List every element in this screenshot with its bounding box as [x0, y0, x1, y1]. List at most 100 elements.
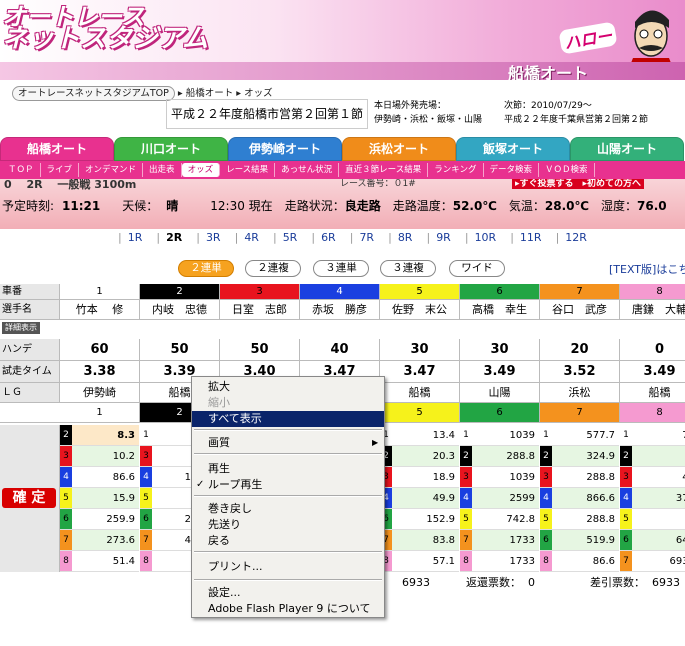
breadcrumb-home-link[interactable]: オートレースネットスタジアムTOP — [12, 86, 175, 101]
menu-item[interactable]: 設定... — [192, 585, 384, 601]
text-version-link[interactable]: [TEXT版]はこち — [609, 261, 685, 277]
lg-row-label: ＬＧ — [0, 383, 60, 402]
lg-row-cell: 浜松 — [540, 383, 620, 402]
detail-button[interactable]: 詳細表示 — [2, 322, 40, 334]
rider-name-row-label: 選手名 — [0, 300, 60, 319]
rider-name-row-cell[interactable]: 佐野 末公 — [380, 300, 460, 319]
race-divider: | — [555, 231, 560, 244]
tab-venue-1[interactable]: 船橋オート — [0, 137, 114, 161]
race-link[interactable]: 5R — [283, 231, 298, 244]
subnav-link[interactable]: ライブ — [41, 163, 80, 177]
odds-value[interactable]: 6933 — [632, 551, 685, 572]
weather-value: 晴 — [166, 199, 179, 213]
race-link[interactable]: 8R — [398, 231, 413, 244]
vote-link[interactable]: ▸すぐ投票する ▸初めての方へ — [512, 179, 645, 189]
odds-value[interactable]: 43 — [632, 467, 685, 488]
menu-item[interactable]: Adobe Flash Player 9 について — [192, 601, 384, 617]
subnav-link[interactable]: ＶＯＤ検索 — [539, 163, 595, 177]
bet-type-button[interactable]: ２連単 — [178, 260, 234, 277]
race-link[interactable]: 7R — [359, 231, 374, 244]
menu-item[interactable]: 戻る — [192, 533, 384, 549]
race-divider: | — [196, 231, 200, 244]
odds-partner-car: 5 — [620, 509, 632, 530]
tab-venue-6[interactable]: 山陽オート — [570, 137, 684, 161]
humidity-label: 湿度： — [601, 199, 638, 213]
rider-name-row-cell[interactable]: 日室 志郎 — [220, 300, 300, 319]
odds-value[interactable]: 7 — [632, 509, 685, 530]
refund-value: 0 — [528, 576, 535, 589]
bet-type-button[interactable]: ２連複 — [245, 260, 301, 277]
subnav-link[interactable]: 直近３節レース結果 — [339, 163, 429, 177]
odds-value[interactable]: 8 — [632, 446, 685, 467]
menu-item[interactable]: 画質 — [192, 435, 384, 451]
race-link[interactable]: 12R — [565, 231, 587, 244]
lg-row-cell: 伊勢崎 — [60, 383, 140, 402]
subnav-link[interactable]: オッズ — [181, 163, 221, 177]
trial-time-row-cell: 3.49 — [460, 361, 540, 382]
car-number-row: 車番 1 2 3 4 5 6 7 8 — [0, 284, 685, 300]
menu-separator — [194, 429, 382, 431]
handicap-row-cell: 50 — [140, 339, 220, 360]
menu-item[interactable]: 再生 — [192, 461, 384, 477]
race-link[interactable]: 9R — [436, 231, 451, 244]
subnav-link[interactable]: 出走表 — [143, 163, 182, 177]
handicap-row-cell: 50 — [220, 339, 300, 360]
venue-title: 船橋オート — [508, 64, 589, 80]
subnav-link[interactable]: レース結果 — [220, 163, 276, 177]
menu-item[interactable]: 拡大 — [192, 379, 384, 395]
breadcrumb-current: オッズ — [244, 88, 273, 99]
tab-venue-3[interactable]: 伊勢崎オート — [228, 137, 342, 161]
venue-tabs: 船橋オート 川口オート 伊勢崎オート 浜松オート 飯塚オート 山陽オート — [0, 137, 685, 161]
rider-name-row-cell[interactable]: 竹本 修 — [60, 300, 140, 319]
bet-type-button[interactable]: ワイド — [449, 260, 505, 277]
race-link[interactable]: 6R — [321, 231, 336, 244]
menu-item[interactable]: ループ再生 — [192, 477, 384, 493]
race-status: 0 2R 一般戦 3100m レース番号：０1# ▸すぐ投票する ▸初めての方へ… — [0, 179, 685, 229]
menu-item[interactable]: プリント... — [192, 559, 384, 575]
logo-line2: ネットスタジアム — [2, 24, 209, 54]
rider-name-row-cell[interactable]: 内岐 忠德 — [140, 300, 220, 319]
tab-venue-4[interactable]: 浜松オート — [342, 137, 456, 161]
handicap-row-cell: 40 — [300, 339, 380, 360]
tab-venue-5[interactable]: 飯塚オート — [456, 137, 570, 161]
car-number-row-cell: 5 — [380, 284, 460, 299]
info-box: 本日場外発売場： 伊勢崎・浜松・飯塚・山陽 次節：2010/07/29〜 平成２… — [370, 99, 685, 129]
race-link[interactable]: 10R — [475, 231, 497, 244]
race-link[interactable]: 1R — [128, 231, 143, 244]
race-number-note: レース番号：０1# — [340, 179, 416, 189]
menu-item[interactable]: すべて表示 — [192, 411, 384, 427]
rider-name-row-cell[interactable]: 高橋 幸生 — [460, 300, 540, 319]
bet-type-button[interactable]: ３連複 — [380, 260, 436, 277]
subnav-link[interactable]: ＴＯＰ — [2, 163, 41, 177]
odds-value[interactable]: 371 — [632, 488, 685, 509]
bet-type-button[interactable]: ３連単 — [313, 260, 369, 277]
refund-label: 返還票数： — [466, 576, 521, 589]
track-temp-label: 走路温度： — [392, 199, 453, 213]
site-banner: オートレース ネットスタジアム ハロー 船橋オート — [0, 0, 685, 80]
subnav-link[interactable]: あっせん状況 — [275, 163, 340, 177]
race-divider: | — [426, 231, 431, 244]
race-divider: | — [510, 231, 514, 244]
breadcrumb-venue-link[interactable]: 船橋オート — [186, 88, 234, 99]
odds-value[interactable]: 649 — [632, 530, 685, 551]
menu-item[interactable]: 先送り — [192, 517, 384, 533]
rider-name-row-cell[interactable]: 赤坂 勝彦 — [300, 300, 380, 319]
tab-venue-2[interactable]: 川口オート — [114, 137, 228, 161]
sold-count: 6933 — [402, 576, 430, 589]
menu-separator — [194, 579, 382, 581]
odds-value[interactable]: 76 — [632, 425, 685, 446]
odds-partner-car: 1 — [620, 425, 632, 446]
race-link[interactable]: 2R — [166, 231, 182, 244]
subnav-link[interactable]: オンデマンド — [79, 163, 144, 177]
menu-separator — [194, 453, 382, 455]
diff-label: 差引票数： — [590, 576, 645, 589]
race-link[interactable]: 11R — [520, 231, 542, 244]
site-logo[interactable]: オートレース ネットスタジアム — [2, 5, 209, 54]
race-link[interactable]: 4R — [244, 231, 259, 244]
subnav-link[interactable]: データ検索 — [484, 163, 540, 177]
rider-name-row-cell[interactable]: 唐鎌 大輔 — [620, 300, 685, 319]
rider-name-row-cell[interactable]: 谷口 武彦 — [540, 300, 620, 319]
menu-item[interactable]: 巻き戻し — [192, 501, 384, 517]
subnav-link[interactable]: ランキング — [428, 163, 484, 177]
race-link[interactable]: 3R — [206, 231, 221, 244]
